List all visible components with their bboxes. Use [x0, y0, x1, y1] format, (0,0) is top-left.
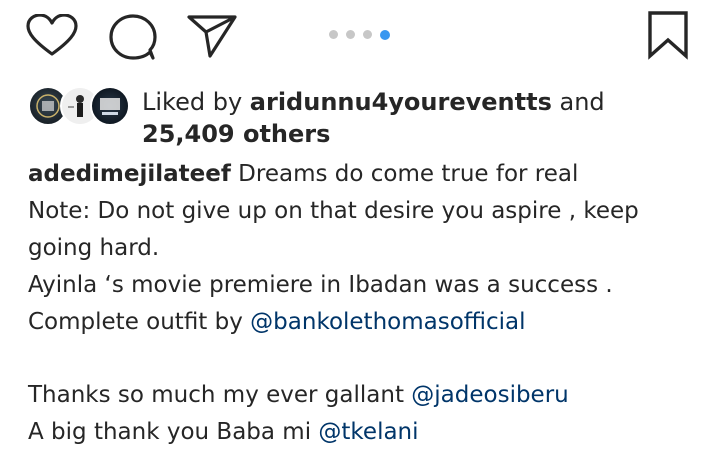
caption-line: adedimejilateef Dreams do come true for … — [28, 156, 708, 193]
caption-text: Thanks so much my ever gallant — [28, 382, 412, 408]
liker-avatars[interactable] — [28, 86, 132, 128]
caption-line: Thanks so much my ever gallant @jadeosib… — [28, 377, 708, 414]
heart-outline-icon[interactable] — [26, 14, 78, 58]
mention-link[interactable]: @jadeosiberu — [411, 382, 568, 408]
likes-summary: Liked by aridunnu4youreventts and 25,409… — [28, 86, 708, 150]
post-caption: adedimejilateef Dreams do come true for … — [28, 156, 708, 451]
carousel-dot — [363, 30, 372, 39]
bookmark-outline-icon[interactable] — [646, 10, 690, 60]
caption-line: A big thank you Baba mi @tkelani — [28, 414, 708, 451]
caption-line: Note: Do not give up on that desire you … — [28, 198, 639, 224]
caption-line: Complete outfit by @bankolethomasofficia… — [28, 304, 708, 341]
paper-plane-icon[interactable] — [186, 14, 238, 58]
likes-count[interactable]: 25,409 others — [142, 118, 330, 150]
caption-text: Complete outfit by — [28, 309, 251, 335]
caption-text: A big thank you Baba mi — [28, 419, 319, 445]
liker-username[interactable]: aridunnu4youreventts — [250, 88, 552, 116]
mention-link[interactable]: @tkelani — [318, 419, 418, 445]
likes-prefix: Liked by — [142, 88, 243, 116]
post-action-bar — [0, 0, 720, 70]
likes-connector: and — [559, 88, 605, 116]
carousel-dot — [346, 30, 355, 39]
likes-text: Liked by aridunnu4youreventts and — [142, 86, 605, 118]
carousel-dot — [329, 30, 338, 39]
comment-bubble-icon[interactable] — [108, 14, 158, 62]
caption-line: going hard. — [28, 235, 160, 261]
caption-text: Dreams do come true for real — [230, 161, 579, 187]
caption-author[interactable]: adedimejilateef — [28, 161, 231, 187]
mention-link[interactable]: @bankolethomasofficial — [250, 309, 525, 335]
caption-line: Ayinla ‘s movie premiere in Ibadan was a… — [28, 272, 613, 298]
carousel-dot-active — [380, 29, 390, 40]
avatar[interactable] — [90, 86, 130, 126]
